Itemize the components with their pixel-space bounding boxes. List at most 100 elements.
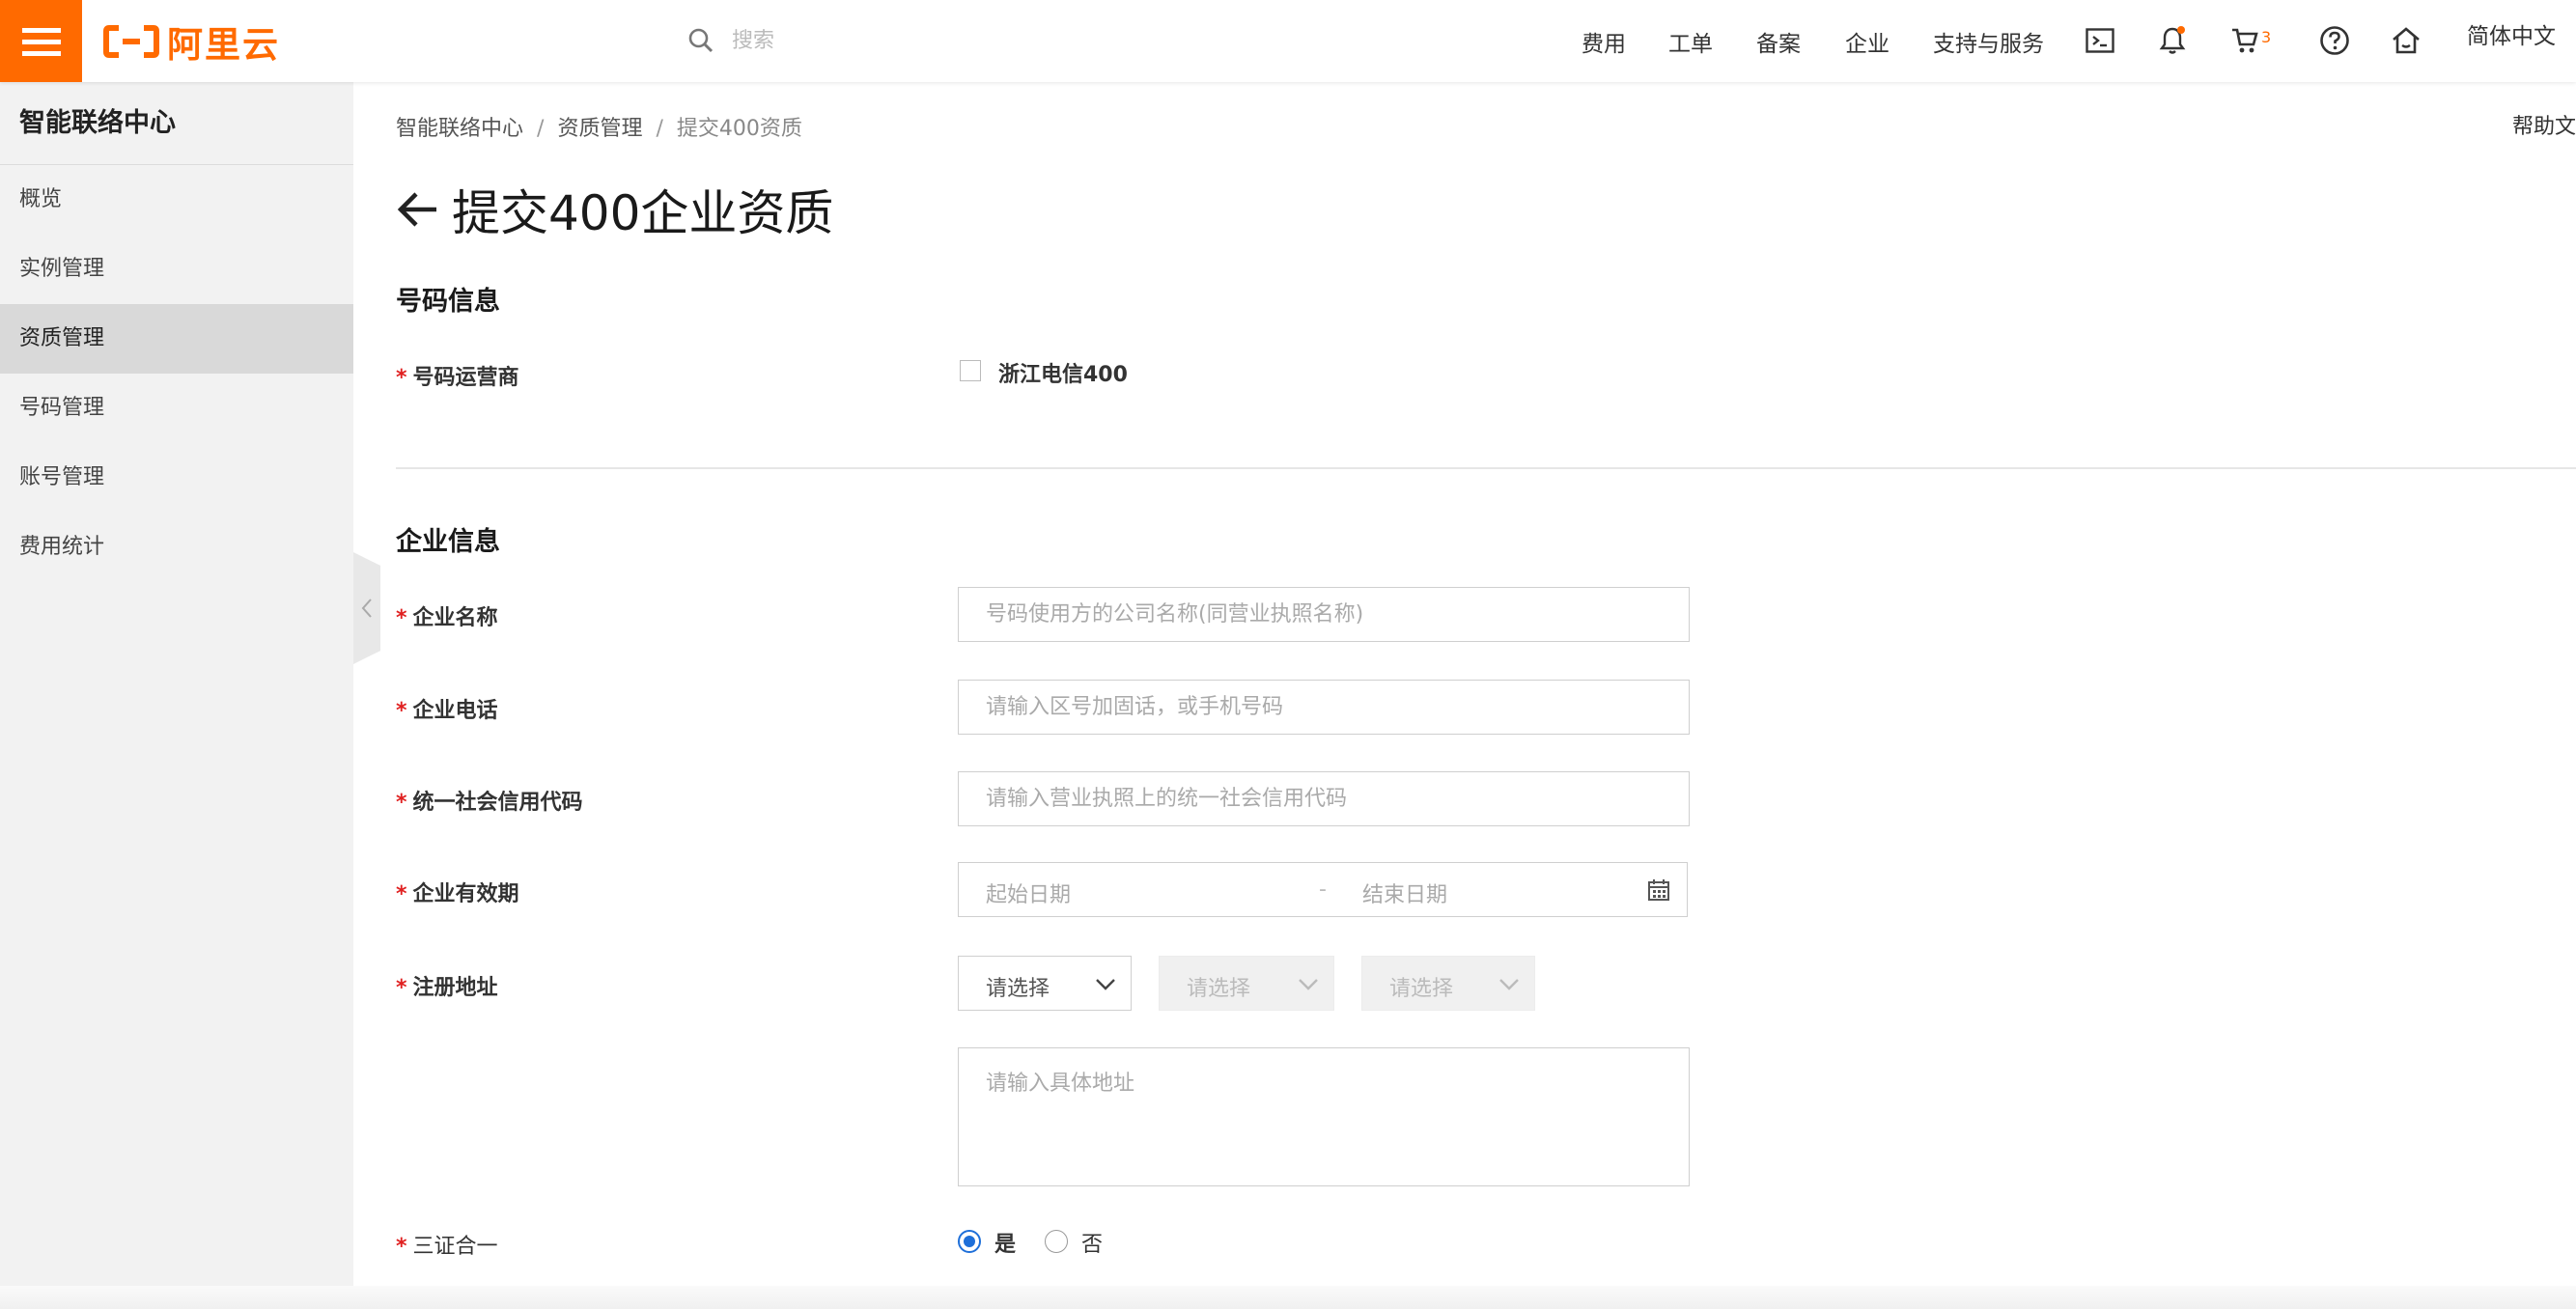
breadcrumb-separator: / bbox=[537, 117, 545, 141]
main-content: 智能联络中心 / 资质管理 / 提交400资质 帮助文 提交400企业资质 号码信息 *… bbox=[353, 82, 2576, 1309]
section-divider bbox=[396, 467, 2576, 469]
sidebar-item-label: 概览 bbox=[19, 187, 63, 211]
label-text: 企业名称 bbox=[412, 606, 498, 630]
required-mark: * bbox=[396, 606, 407, 630]
breadcrumb-separator: / bbox=[656, 117, 663, 141]
company-name-field bbox=[958, 587, 1690, 642]
company-name-input[interactable] bbox=[959, 588, 1689, 641]
bell-icon bbox=[2159, 26, 2186, 54]
chevron-down-icon bbox=[1499, 979, 1519, 990]
topnav-item-label: 费用 bbox=[1582, 31, 1626, 57]
credit-code-field bbox=[958, 771, 1690, 826]
cart-button[interactable]: 3 bbox=[2230, 23, 2288, 58]
terminal-icon bbox=[2086, 28, 2114, 53]
company-info-section-title: 企业信息 bbox=[396, 527, 500, 557]
search-bar bbox=[687, 19, 1093, 62]
required-mark: * bbox=[396, 976, 407, 1000]
sidebar-item-label: 实例管理 bbox=[19, 257, 105, 281]
label-text: 三证合一 bbox=[412, 1235, 498, 1259]
sidebar-item-label: 号码管理 bbox=[19, 396, 105, 420]
end-date-input[interactable]: 结束日期 bbox=[1362, 877, 1447, 908]
label-text: 企业有效期 bbox=[412, 882, 519, 906]
label-text: 企业电话 bbox=[412, 699, 498, 723]
three-in-one-no-label[interactable]: 否 bbox=[1081, 1227, 1103, 1258]
start-date-input[interactable]: 起始日期 bbox=[986, 877, 1071, 908]
district-select: 请选择 bbox=[1361, 956, 1535, 1011]
help-docs-link[interactable]: 帮助文 bbox=[2512, 109, 2576, 140]
sidebar: 智能联络中心 概览 实例管理 资质管理 号码管理 账号管理 费用统计 bbox=[0, 82, 353, 1298]
hamburger-icon bbox=[21, 27, 61, 56]
three-in-one-yes-radio[interactable] bbox=[958, 1230, 981, 1253]
province-select[interactable]: 请选择 bbox=[958, 956, 1132, 1011]
breadcrumb-link[interactable]: 智能联络中心 bbox=[396, 117, 523, 141]
sidebar-item-label: 账号管理 bbox=[19, 465, 105, 489]
topnav-item-label: 支持与服务 bbox=[1933, 31, 2044, 57]
notifications-button[interactable] bbox=[2155, 23, 2190, 58]
topnav-item-label: 备案 bbox=[1756, 31, 1801, 57]
three-in-one-label: * 三证合一 bbox=[396, 1229, 498, 1260]
sidebar-item-instances[interactable]: 实例管理 bbox=[0, 235, 353, 304]
home-button[interactable] bbox=[2389, 23, 2423, 58]
topnav-item-label: 工单 bbox=[1668, 31, 1713, 57]
sidebar-item-overview[interactable]: 概览 bbox=[0, 165, 353, 235]
chevron-down-icon bbox=[1299, 979, 1318, 990]
credit-code-label: * 统一社会信用代码 bbox=[396, 785, 583, 816]
label-text: 统一社会信用代码 bbox=[412, 791, 583, 815]
top-bar: 阿里云 费用 工单 备案 企业 支持与服务 bbox=[0, 0, 2576, 82]
three-in-one-no-radio[interactable] bbox=[1045, 1230, 1068, 1253]
validity-date-range-picker[interactable]: 起始日期 - 结束日期 bbox=[958, 862, 1688, 917]
topnav-fees[interactable]: 费用 bbox=[1582, 0, 1626, 82]
cart-icon bbox=[2232, 28, 2258, 53]
label-text: 号码运营商 bbox=[412, 366, 519, 390]
sidebar-item-accounts[interactable]: 账号管理 bbox=[0, 443, 353, 513]
required-mark: * bbox=[396, 366, 407, 390]
company-phone-label: * 企业电话 bbox=[396, 693, 498, 724]
required-mark: * bbox=[396, 699, 407, 723]
topnav-icp-filing[interactable]: 备案 bbox=[1756, 0, 1801, 82]
back-button[interactable] bbox=[396, 190, 438, 229]
carrier-option-label[interactable]: 浙江电信400 bbox=[998, 357, 1128, 388]
city-select: 请选择 bbox=[1159, 956, 1334, 1011]
language-switcher[interactable]: 简体中文 bbox=[2467, 0, 2556, 82]
company-phone-field bbox=[958, 680, 1690, 735]
sidebar-item-qualifications[interactable]: 资质管理 bbox=[0, 304, 353, 374]
label-text: 注册地址 bbox=[412, 976, 498, 1000]
address-detail-textarea[interactable] bbox=[959, 1048, 1689, 1185]
credit-code-input[interactable] bbox=[959, 772, 1689, 825]
cart-count-badge: 3 bbox=[2261, 27, 2272, 46]
calendar-icon[interactable] bbox=[1647, 878, 1670, 902]
aliyun-logo[interactable]: 阿里云 bbox=[103, 20, 280, 66]
required-mark: * bbox=[396, 1235, 407, 1259]
breadcrumb-current: 提交400资质 bbox=[676, 117, 802, 141]
company-phone-input[interactable] bbox=[959, 681, 1689, 734]
sidebar-item-numbers[interactable]: 号码管理 bbox=[0, 374, 353, 443]
topnav-item-label: 企业 bbox=[1845, 31, 1890, 57]
sidebar-title: 智能联络中心 bbox=[0, 82, 353, 165]
search-input[interactable] bbox=[730, 27, 1062, 54]
required-mark: * bbox=[396, 791, 407, 815]
city-select-value: 请选择 bbox=[1187, 977, 1251, 1001]
page-title: 提交400企业资质 bbox=[452, 185, 834, 241]
help-icon bbox=[2320, 26, 2349, 55]
topnav-support[interactable]: 支持与服务 bbox=[1933, 0, 2044, 82]
home-icon bbox=[2393, 27, 2420, 54]
address-detail-field bbox=[958, 1047, 1690, 1186]
bottom-edge bbox=[0, 1286, 2576, 1309]
logo-text: 阿里云 bbox=[167, 24, 280, 66]
sidebar-item-billing-stats[interactable]: 费用统计 bbox=[0, 513, 353, 582]
help-button[interactable] bbox=[2317, 23, 2352, 58]
province-select-value: 请选择 bbox=[986, 977, 1050, 1001]
chevron-down-icon bbox=[1096, 979, 1115, 990]
page-header: 提交400企业资质 bbox=[396, 175, 833, 244]
sidebar-item-label: 费用统计 bbox=[19, 535, 105, 559]
three-in-one-yes-label[interactable]: 是 bbox=[994, 1227, 1016, 1258]
menu-button[interactable] bbox=[0, 0, 82, 82]
search-icon[interactable] bbox=[687, 27, 714, 54]
sidebar-item-label: 资质管理 bbox=[19, 326, 105, 350]
topnav-tickets[interactable]: 工单 bbox=[1668, 0, 1713, 82]
district-select-value: 请选择 bbox=[1389, 977, 1454, 1001]
breadcrumb-link[interactable]: 资质管理 bbox=[557, 117, 642, 141]
topnav-enterprise[interactable]: 企业 bbox=[1845, 0, 1890, 82]
terminal-button[interactable] bbox=[2083, 23, 2117, 58]
carrier-checkbox[interactable] bbox=[960, 360, 981, 381]
